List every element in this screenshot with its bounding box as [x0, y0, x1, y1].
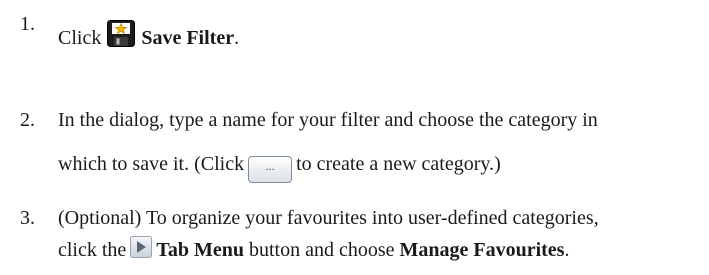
step-text: which to save it. (Click — [58, 153, 245, 175]
step-1-text: Click Save Filter. — [58, 20, 239, 50]
step-2-line-2: which to save it. (Click... to create a n… — [58, 152, 501, 183]
step-text: . — [564, 239, 570, 261]
step-3-line-2: click the Tab Menu button and choose Man… — [58, 236, 569, 262]
tab-menu-icon — [130, 236, 153, 258]
save-filter-icon — [107, 20, 136, 47]
step-text: click the — [58, 239, 127, 261]
step-3-line-1: (Optional) To organize your favourites i… — [58, 207, 599, 229]
step-text: . — [234, 27, 240, 49]
ellipsis-button: ... — [248, 156, 293, 183]
step-number: 3. — [20, 207, 35, 229]
save-filter-label: Save Filter — [141, 27, 235, 49]
step-text: button and choose — [248, 239, 395, 261]
step-text: Click — [58, 27, 102, 49]
manage-favourites-label: Manage Favourites — [399, 239, 565, 261]
instruction-steps: 1. Click Save Filter. 2. In the dialog, … — [0, 0, 709, 275]
step-number: 1. — [20, 13, 35, 35]
step-text: to create a new category.) — [296, 153, 501, 175]
tab-menu-label: Tab Menu — [156, 239, 244, 261]
step-number: 2. — [20, 109, 35, 131]
step-2-line-1: In the dialog, type a name for your filt… — [58, 109, 598, 131]
